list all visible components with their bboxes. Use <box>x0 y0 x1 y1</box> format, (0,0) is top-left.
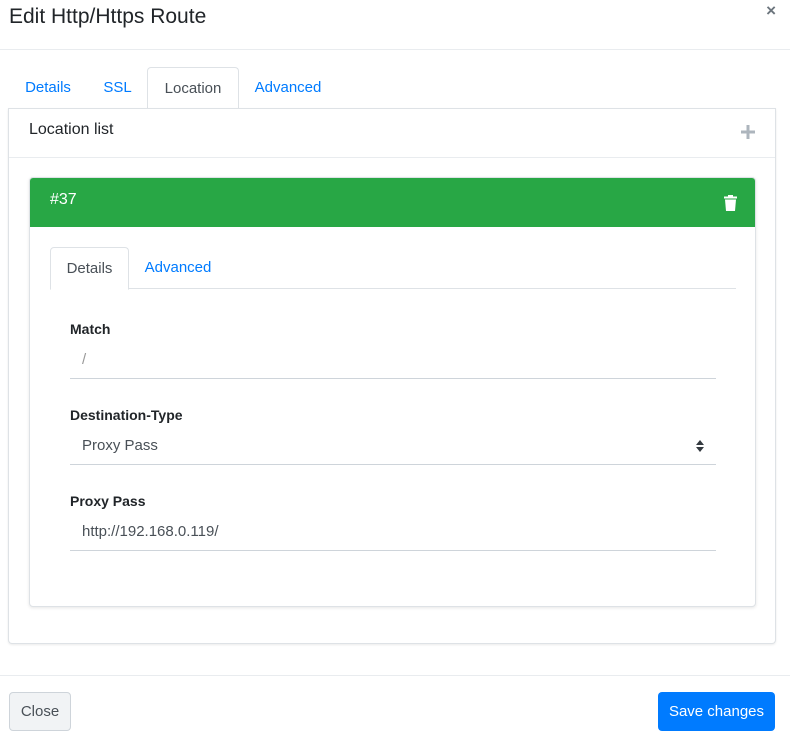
location-list-title: Location list <box>29 121 114 138</box>
tab-location[interactable]: Location <box>147 67 239 110</box>
proxy-pass-input[interactable]: http://192.168.0.119/ <box>70 514 716 551</box>
modal-header: Edit Http/Https Route × <box>0 0 790 50</box>
match-label: Match <box>70 321 111 337</box>
tab-ssl[interactable]: SSL <box>89 67 146 109</box>
proxy-pass-label: Proxy Pass <box>70 493 146 509</box>
modal-footer: Close Save changes <box>0 675 790 747</box>
tab-advanced[interactable]: Advanced <box>241 67 335 109</box>
modal-title: Edit Http/Https Route <box>9 5 207 28</box>
destination-type-label: Destination-Type <box>70 407 183 423</box>
location-item-card: #37 Details Advanced Match / Destination… <box>29 177 756 607</box>
outer-tab-bar: Details SSL Location Advanced <box>9 67 776 110</box>
close-icon[interactable]: × <box>766 1 776 21</box>
tab-details[interactable]: Details <box>9 67 87 109</box>
location-tab-details[interactable]: Details <box>50 247 129 290</box>
location-list-card: Location list #37 Details Advanced Match… <box>8 108 776 644</box>
location-tab-advanced[interactable]: Advanced <box>131 247 225 289</box>
match-input[interactable]: / <box>70 342 716 379</box>
trash-icon[interactable] <box>724 195 737 211</box>
plus-icon[interactable] <box>739 123 757 141</box>
save-changes-button[interactable]: Save changes <box>658 692 775 731</box>
destination-type-value: Proxy Pass <box>82 437 158 454</box>
location-tab-bar: Details Advanced <box>50 247 736 290</box>
close-button[interactable]: Close <box>9 692 71 731</box>
location-id: #37 <box>50 191 77 208</box>
location-item-header: #37 <box>30 178 755 227</box>
select-arrows-icon <box>696 440 704 452</box>
destination-type-select[interactable]: Proxy Pass <box>70 428 716 465</box>
location-list-header: Location list <box>9 108 775 158</box>
